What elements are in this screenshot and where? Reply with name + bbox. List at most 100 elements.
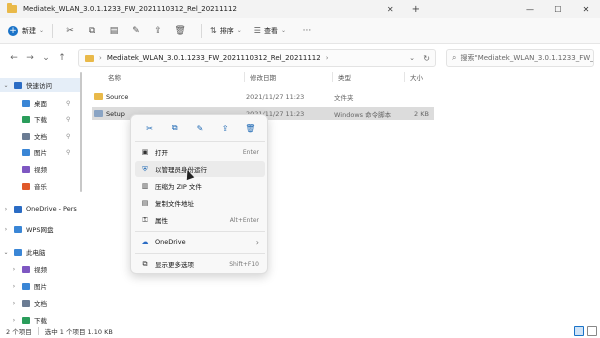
download-icon xyxy=(22,115,30,123)
chevron-down-icon[interactable]: ⌄ xyxy=(409,54,415,62)
column-divider[interactable] xyxy=(244,72,245,82)
column-divider[interactable] xyxy=(404,72,405,82)
tiles-view-icon[interactable] xyxy=(587,326,597,336)
pictures-icon xyxy=(22,148,30,156)
sidebar-item[interactable]: 桌面 ⚲ xyxy=(0,96,70,110)
scrollbar[interactable] xyxy=(80,72,82,192)
details-view-icon[interactable] xyxy=(574,326,584,336)
script-icon xyxy=(94,110,103,117)
new-button[interactable]: + 新建 ⌄ xyxy=(8,25,44,36)
share-icon[interactable]: ⇪ xyxy=(149,22,167,40)
sidebar-item[interactable]: › 视频 xyxy=(0,262,47,276)
copy-icon[interactable]: ⧉ xyxy=(83,22,101,40)
forward-icon[interactable]: → xyxy=(22,53,38,63)
sidebar-item[interactable]: › 文档 xyxy=(0,296,47,310)
menu-item-label: 显示更多选项 xyxy=(155,261,194,269)
more-options-icon: ⧉ xyxy=(142,259,148,268)
sidebar-item[interactable]: 下载 ⚲ xyxy=(0,112,70,126)
documents-icon xyxy=(22,132,30,140)
share-icon[interactable]: ⇪ xyxy=(217,120,233,136)
address-path: Mediatek_WLAN_3.0.1.1233_FW_2021110312_R… xyxy=(106,54,321,62)
maximize-button[interactable]: ☐ xyxy=(544,0,572,18)
up-icon[interactable]: ↑ xyxy=(54,53,70,63)
sidebar-item[interactable]: › 图片 xyxy=(0,279,47,293)
delete-icon[interactable]: 🗑 xyxy=(171,22,189,40)
sidebar-item[interactable]: › 下载 xyxy=(0,313,47,324)
sidebar-item[interactable]: 音乐 xyxy=(0,179,47,193)
sidebar-item[interactable]: ⌄ 此电脑 xyxy=(0,245,46,259)
sidebar-item[interactable]: › OneDrive - Pers xyxy=(0,202,77,216)
menu-item-compress-zip[interactable]: ▥ 压缩为 ZIP 文件 xyxy=(135,178,265,194)
column-header-name[interactable]: 名称 xyxy=(108,72,121,84)
new-tab-button[interactable]: + xyxy=(412,4,420,15)
table-row[interactable]: Source 2021/11/27 11:23 文件夹 xyxy=(92,90,434,103)
chevron-right-icon[interactable]: › xyxy=(2,206,10,213)
search-box[interactable]: ⌕ 搜索"Mediatek_WLAN_3.0.1.1233_FW_2021110… xyxy=(446,49,594,67)
selection-info: 选中 1 个项目 1.10 KB xyxy=(44,328,113,336)
menu-item-properties[interactable]: ⚿ 属性 Alt+Enter xyxy=(135,212,265,228)
item-count: 2 个项目 xyxy=(6,328,32,336)
sidebar-item[interactable]: ⌄ 快速访问 xyxy=(0,78,80,92)
back-icon[interactable]: ← xyxy=(6,53,22,63)
pictures-icon xyxy=(22,282,30,290)
column-header-type[interactable]: 类型 xyxy=(338,72,351,84)
address-row: ← → ⌄ ↑ › Mediatek_WLAN_3.0.1.1233_FW_20… xyxy=(0,44,600,72)
new-label: 新建 xyxy=(22,26,36,35)
divider xyxy=(37,327,39,335)
menu-item-copy-path[interactable]: ▤ 复制文件地址 xyxy=(135,195,265,211)
cut-icon[interactable]: ✂ xyxy=(61,22,79,40)
refresh-icon[interactable]: ↻ xyxy=(423,54,430,63)
chevron-right-icon[interactable]: › xyxy=(10,283,18,290)
sidebar-item[interactable]: 视频 xyxy=(0,162,47,176)
column-divider[interactable] xyxy=(332,72,333,82)
menu-item-open[interactable]: ▣ 打开 Enter xyxy=(135,144,265,160)
column-header-date[interactable]: 修改日期 xyxy=(250,72,276,84)
paste-icon[interactable]: ▤ xyxy=(105,22,123,40)
sidebar-item[interactable]: › WPS网盘 xyxy=(0,222,53,236)
sort-label: 排序 xyxy=(219,26,234,35)
tab-close-button[interactable]: ✕ xyxy=(387,5,394,14)
rename-icon[interactable]: ✎ xyxy=(192,120,208,136)
close-button[interactable]: ✕ xyxy=(572,0,600,18)
folder-icon xyxy=(7,3,17,13)
sidebar-item-label: WPS网盘 xyxy=(26,226,54,234)
copy-icon[interactable]: ⧉ xyxy=(167,120,183,136)
rename-icon[interactable]: ✎ xyxy=(127,22,145,40)
menu-item-shortcut: Shift+F10 xyxy=(229,260,259,268)
menu-item-shortcut: Alt+Enter xyxy=(229,216,259,224)
menu-item-label: 打开 xyxy=(155,149,168,157)
sidebar-item-label: 视频 xyxy=(34,266,47,274)
pin-icon: ⚲ xyxy=(66,115,71,123)
column-header-size[interactable]: 大小 xyxy=(410,72,423,84)
address-bar[interactable]: › Mediatek_WLAN_3.0.1.1233_FW_2021110312… xyxy=(78,49,436,67)
file-type: 文件夹 xyxy=(334,93,354,102)
recent-locations-icon[interactable]: ⌄ xyxy=(38,53,54,63)
chevron-right-icon[interactable]: › xyxy=(10,300,18,307)
menu-divider xyxy=(135,141,265,142)
chevron-down-icon[interactable]: ⌄ xyxy=(2,82,10,89)
file-name: Source xyxy=(106,92,129,101)
chevron-right-icon[interactable]: › xyxy=(2,226,10,233)
videos-icon xyxy=(22,165,30,173)
cut-icon[interactable]: ✂ xyxy=(142,120,158,136)
view-label: 查看 xyxy=(263,26,278,35)
chevron-right-icon[interactable]: › xyxy=(10,266,18,273)
menu-item-label: 以管理员身份运行 xyxy=(155,166,207,174)
sidebar-item[interactable]: 图片 ⚲ xyxy=(0,145,70,159)
download-icon xyxy=(22,316,30,324)
chevron-right-icon: › xyxy=(99,54,102,62)
star-icon xyxy=(14,81,22,89)
delete-icon[interactable]: 🗑 xyxy=(242,120,258,136)
sidebar-item[interactable]: 文档 ⚲ xyxy=(0,129,70,143)
menu-item-run-as-admin[interactable]: ⛨ 以管理员身份运行 xyxy=(135,161,265,177)
more-options-button[interactable]: ··· xyxy=(298,22,316,40)
chevron-right-icon[interactable]: › xyxy=(10,317,18,324)
minimize-button[interactable]: — xyxy=(516,0,544,18)
sidebar-item-label: 文档 xyxy=(34,300,47,308)
menu-item-show-more[interactable]: ⧉ 显示更多选项 Shift+F10 xyxy=(135,256,265,272)
sort-button[interactable]: ⇅ 排序 ⌄ xyxy=(210,26,242,36)
chevron-right-icon[interactable]: ⌄ xyxy=(2,249,10,256)
menu-item-onedrive[interactable]: ☁ OneDrive › xyxy=(135,234,265,250)
view-button[interactable]: ☰ 查看 ⌄ xyxy=(254,26,286,36)
folder-icon xyxy=(85,54,94,62)
